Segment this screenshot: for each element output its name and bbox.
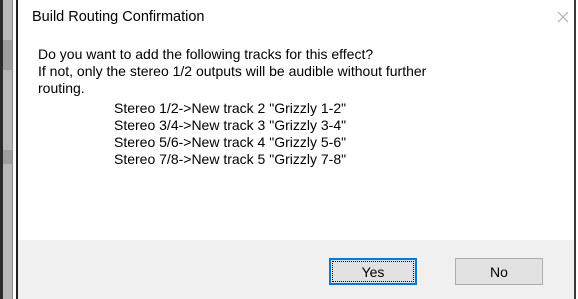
route-item: Stereo 5/6->New track 4 "Grizzly 5-6" [114,134,347,150]
message-line: Do you want to add the following tracks … [38,46,374,62]
parent-window-edge [0,0,13,299]
dialog-button-bar: Yes No [18,240,576,299]
screen: Build Routing Confirmation Do you want t… [0,0,578,299]
dialog-title: Build Routing Confirmation [32,9,205,25]
dialog-right-border [574,0,576,299]
route-list: Stereo 1/2->New track 2 "Grizzly 1-2" St… [114,100,346,168]
route-item: Stereo 7/8->New track 5 "Grizzly 7-8" [114,151,347,167]
dialog-titlebar[interactable]: Build Routing Confirmation [18,0,576,32]
no-button[interactable]: No [455,258,543,285]
parent-window-notch [3,40,12,70]
message-line: If not, only the stereo 1/2 outputs will… [38,63,427,79]
close-icon[interactable] [556,10,570,24]
message-line: routing. [38,80,85,96]
parent-window-notch [3,150,12,164]
yes-button[interactable]: Yes [329,258,417,285]
dialog-message: Do you want to add the following tracks … [38,46,426,97]
confirmation-dialog: Build Routing Confirmation Do you want t… [16,0,576,299]
route-item: Stereo 3/4->New track 3 "Grizzly 3-4" [114,117,347,133]
route-item: Stereo 1/2->New track 2 "Grizzly 1-2" [114,100,347,116]
